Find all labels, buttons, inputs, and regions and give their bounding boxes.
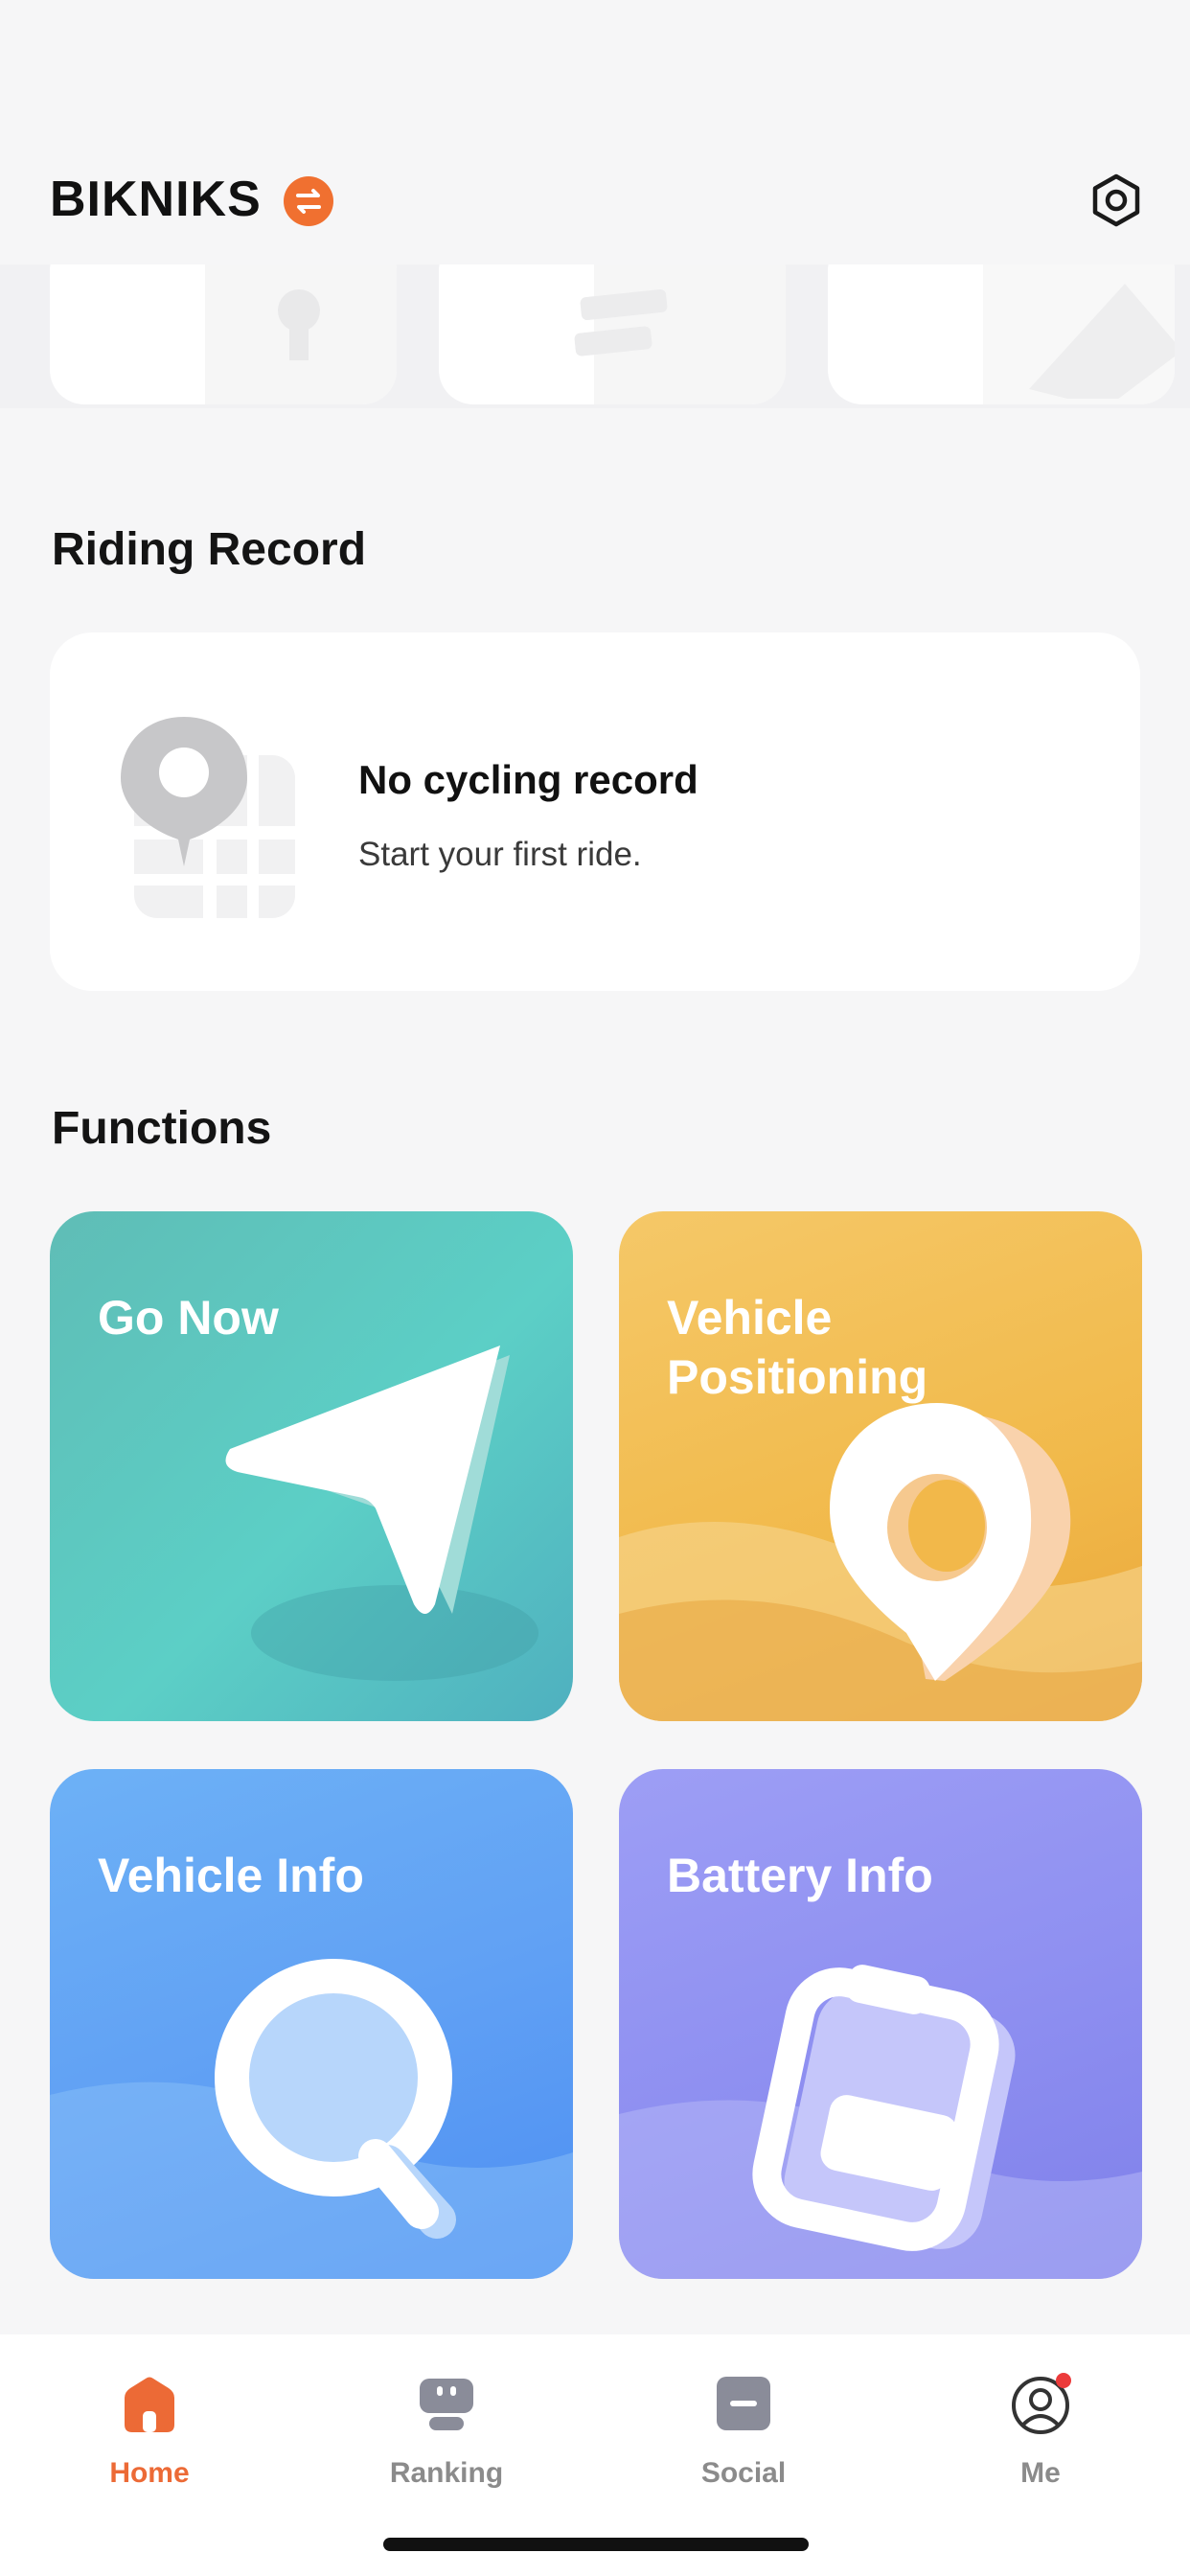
tab-social[interactable]: Social: [648, 2354, 839, 2489]
tab-social-label: Social: [700, 2457, 787, 2489]
vehicle-info-card[interactable]: Vehicle Info: [50, 1769, 573, 2279]
no-record-title: No cycling record: [358, 757, 698, 802]
list-icon: [574, 288, 668, 356]
vehicle-positioning-card[interactable]: Vehicle Positioning: [619, 1211, 1142, 1721]
home-icon: [125, 2377, 174, 2432]
quick-action-card[interactable]: [50, 264, 397, 404]
profile-icon: [1012, 2373, 1071, 2434]
ranking-icon: [420, 2379, 473, 2430]
tab-home[interactable]: Home: [54, 2354, 245, 2489]
battery-info-card[interactable]: Battery Info: [619, 1769, 1142, 2279]
tab-ranking-label: Ranking: [389, 2457, 504, 2489]
vehicle-positioning-label: Vehicle Positioning: [667, 1291, 928, 1404]
notification-badge: [1056, 2373, 1071, 2388]
tab-me[interactable]: Me: [945, 2354, 1136, 2489]
quick-action-card[interactable]: [439, 264, 786, 404]
functions-heading: Functions: [52, 1103, 272, 1154]
go-now-card[interactable]: Go Now: [50, 1211, 573, 1721]
brand-title[interactable]: BIKNIKS: [50, 171, 262, 228]
tab-home-label: Home: [109, 2457, 190, 2489]
app-header: BIKNIKS: [0, 0, 1190, 264]
map-pin-icon: [121, 717, 295, 918]
home-indicator[interactable]: [383, 2538, 809, 2551]
no-record-subtitle: Start your first ride.: [358, 836, 642, 873]
riding-record-card[interactable]: No cycling record Start your first ride.: [50, 632, 1140, 991]
quick-actions-strip: [0, 264, 1190, 408]
social-icon: [717, 2377, 770, 2430]
riding-record-heading: Riding Record: [52, 524, 367, 575]
tab-ranking[interactable]: Ranking: [351, 2354, 542, 2489]
vehicle-info-label: Vehicle Info: [98, 1849, 364, 1902]
battery-info-label: Battery Info: [667, 1849, 933, 1902]
hexagon-settings-icon[interactable]: [1088, 172, 1144, 228]
edit-icon: [1029, 284, 1175, 399]
swap-arrows-icon[interactable]: [284, 176, 333, 226]
tab-me-label: Me: [1020, 2457, 1061, 2489]
lock-icon: [278, 289, 320, 360]
quick-action-card[interactable]: [828, 264, 1175, 404]
go-now-label: Go Now: [98, 1291, 279, 1345]
